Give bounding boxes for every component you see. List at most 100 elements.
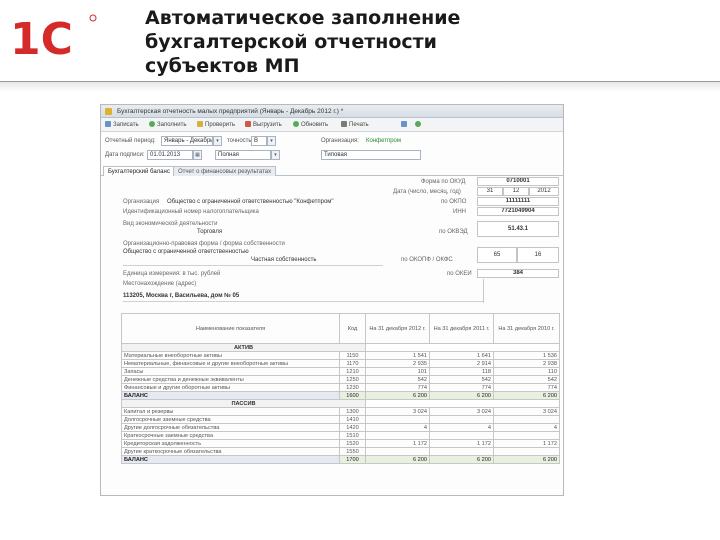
row-value-2011[interactable]: 1 641 bbox=[429, 351, 494, 360]
row-value-2011[interactable]: 6 200 bbox=[429, 391, 494, 400]
row-value-2010[interactable] bbox=[493, 415, 560, 424]
report-year[interactable]: 2012 bbox=[529, 187, 559, 196]
row-code: 1150 bbox=[339, 351, 366, 360]
balance-table: Наименование показателя Код На 31 декабря … bbox=[121, 313, 560, 464]
export-button[interactable]: Выгрузить bbox=[245, 121, 282, 129]
table-row: Денежные средства и денежные эквиваленты… bbox=[121, 375, 560, 384]
form-type-field[interactable]: Полная bbox=[215, 150, 271, 160]
row-value-2012[interactable]: 542 bbox=[365, 375, 430, 384]
settings-button[interactable] bbox=[401, 121, 409, 129]
row-value-2012[interactable]: 6 200 bbox=[365, 455, 430, 464]
help-button[interactable] bbox=[415, 121, 423, 129]
row-value-2011[interactable]: 542 bbox=[429, 375, 494, 384]
row-value-2011[interactable] bbox=[429, 431, 494, 440]
detail-field[interactable]: В bbox=[251, 136, 267, 146]
row-value-2011[interactable]: 118 bbox=[429, 367, 494, 376]
row-value-2012[interactable]: 6 200 bbox=[365, 391, 430, 400]
row-value-2011[interactable] bbox=[429, 447, 494, 456]
row-value-2010[interactable]: 2 938 bbox=[493, 359, 560, 368]
row-value-2010[interactable]: 6 200 bbox=[493, 391, 560, 400]
export-icon bbox=[245, 121, 251, 127]
row-value-2010[interactable]: 1 536 bbox=[493, 351, 560, 360]
report-document: Форма по ОКУД 0710001 Дата (число, месяц… bbox=[101, 177, 563, 495]
save-button[interactable]: Записать bbox=[105, 121, 139, 129]
row-value-2011[interactable]: 3 024 bbox=[429, 407, 494, 416]
table-row: Запасы 1210 101 118 110 bbox=[121, 367, 560, 376]
row-value-2010[interactable]: 542 bbox=[493, 375, 560, 384]
okopf-value[interactable]: 65 bbox=[477, 247, 517, 263]
org-row-value: Общество с ограниченной ответственностью… bbox=[167, 199, 334, 205]
row-value-2011[interactable]: 1 172 bbox=[429, 439, 494, 448]
row-value-2012[interactable]: 101 bbox=[365, 367, 430, 376]
row-code: 1410 bbox=[339, 415, 366, 424]
period-2-header: На 31 декабря 2011 г. bbox=[429, 313, 494, 344]
activity-value: Торговля bbox=[197, 229, 223, 235]
form-type-dropdown-button[interactable]: ▾ bbox=[271, 150, 280, 160]
row-code: 1420 bbox=[339, 423, 366, 432]
row-value-2012[interactable]: 3 024 bbox=[365, 407, 430, 416]
report-window: Бухгалтерская отчетность малых предприят… bbox=[100, 104, 564, 496]
okved-value[interactable]: 51.43.1 bbox=[477, 221, 559, 237]
row-value-2012[interactable]: 1 172 bbox=[365, 439, 430, 448]
sign-date-field[interactable]: 01.01.2013 bbox=[147, 150, 193, 160]
total-row: БАЛАНС 1600 6 200 6 200 6 200 bbox=[121, 391, 560, 400]
row-value-2012[interactable] bbox=[365, 447, 430, 456]
row-value-2011[interactable]: 774 bbox=[429, 383, 494, 392]
save-label: Записать bbox=[113, 122, 139, 128]
row-value-2012[interactable] bbox=[365, 431, 430, 440]
okfs-value[interactable]: 16 bbox=[517, 247, 559, 263]
svg-text:1С: 1С bbox=[10, 14, 73, 60]
report-date-label: Дата (число, месяц, год) bbox=[393, 189, 461, 195]
check-button[interactable]: Проверить bbox=[197, 121, 235, 129]
row-value-2012[interactable] bbox=[365, 415, 430, 424]
detail-dropdown-button[interactable]: ▾ bbox=[267, 136, 276, 146]
row-value-2011[interactable]: 4 bbox=[429, 423, 494, 432]
row-value-2011[interactable]: 2 914 bbox=[429, 359, 494, 368]
row-value-2012[interactable]: 1 541 bbox=[365, 351, 430, 360]
row-value-2010[interactable] bbox=[493, 447, 560, 456]
report-month[interactable]: 12 bbox=[503, 187, 529, 196]
okud-label: Форма по ОКУД bbox=[421, 179, 466, 185]
row-value-2012[interactable]: 2 935 bbox=[365, 359, 430, 368]
print-button[interactable]: Печать bbox=[341, 121, 369, 129]
code-header: Код bbox=[339, 313, 366, 344]
period-dropdown-button[interactable]: ▾ bbox=[213, 136, 222, 146]
row-code: 1700 bbox=[339, 455, 366, 464]
row-value-2012[interactable]: 774 bbox=[365, 383, 430, 392]
legal-form-value: Общество с ограниченной ответственностью bbox=[123, 249, 249, 255]
table-row: Финансовые и другие оборотные активы 1230… bbox=[121, 383, 560, 392]
row-value-2010[interactable]: 4 bbox=[493, 423, 560, 432]
period-field[interactable]: Январь - Декабрь 2012 г. bbox=[161, 136, 213, 146]
row-value-2012[interactable]: 4 bbox=[365, 423, 430, 432]
save-icon bbox=[105, 121, 111, 127]
row-value-2010[interactable] bbox=[493, 431, 560, 440]
report-day[interactable]: 31 bbox=[477, 187, 503, 196]
okud-value[interactable]: 0710001 bbox=[477, 177, 559, 186]
row-value-2011[interactable]: 6 200 bbox=[429, 455, 494, 464]
inn-value[interactable]: 7721049904 bbox=[477, 207, 559, 216]
app-icon bbox=[105, 108, 112, 115]
fill-button[interactable]: Заполнить bbox=[149, 121, 186, 129]
row-value-2010[interactable]: 6 200 bbox=[493, 455, 560, 464]
legal-form-label: Организационно-правовая форма / форма со… bbox=[123, 241, 285, 247]
tab-balance-sheet[interactable]: Бухгалтерский баланс bbox=[103, 166, 175, 176]
row-value-2010[interactable]: 110 bbox=[493, 367, 560, 376]
calendar-button[interactable]: ▦ bbox=[193, 150, 202, 160]
row-value-2010[interactable]: 774 bbox=[493, 383, 560, 392]
section-title: ПАССИВ bbox=[121, 399, 366, 408]
address-border bbox=[483, 279, 484, 303]
tab-financial-results[interactable]: Отчет о финансовых результатах bbox=[173, 166, 277, 176]
refresh-button[interactable]: Обновить bbox=[293, 121, 328, 129]
organization-label: Организация: bbox=[321, 138, 359, 144]
total-row: БАЛАНС 1700 6 200 6 200 6 200 bbox=[121, 455, 560, 464]
okpo-value[interactable]: 11111111 bbox=[477, 197, 559, 206]
row-value-2011[interactable] bbox=[429, 415, 494, 424]
row-value-2010[interactable]: 1 172 bbox=[493, 439, 560, 448]
okopf-label: по ОКОПФ / ОКФС bbox=[401, 257, 453, 263]
slide-title-line-2: бухгалтерской отчетности bbox=[145, 31, 437, 53]
template-field[interactable]: Типовая bbox=[321, 150, 421, 160]
row-value-2010[interactable]: 3 024 bbox=[493, 407, 560, 416]
okei-value[interactable]: 384 bbox=[477, 269, 559, 278]
period-row: Отчетный период: Январь - Декабрь 2012 г… bbox=[101, 135, 563, 147]
organization-field[interactable]: Конфетпром bbox=[363, 136, 423, 146]
